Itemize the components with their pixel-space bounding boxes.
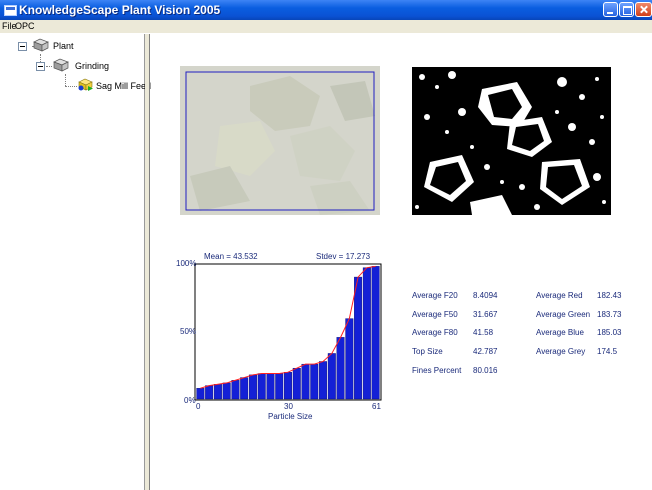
histogram-bar: [266, 373, 275, 400]
grinding-node-icon: [53, 58, 69, 72]
histogram-bar: [301, 363, 310, 400]
histogram-bar: [362, 267, 371, 400]
close-button[interactable]: [635, 2, 652, 17]
fines-percent-value: 80.016: [473, 366, 498, 375]
top-size-value: 42.787: [473, 347, 498, 356]
tree-item-plant[interactable]: Plant: [53, 41, 74, 51]
y-tick-100: 100%: [176, 259, 196, 268]
top-size-label: Top Size: [412, 347, 443, 356]
histogram-bar: [213, 384, 222, 400]
camera-image: [180, 66, 380, 215]
average-f20-label: Average F20: [412, 291, 458, 300]
tree-item-sag-mill-feed[interactable]: Sag Mill Feed: [96, 81, 151, 91]
x-axis-label: Particle Size: [268, 412, 313, 421]
minimize-button[interactable]: [603, 2, 618, 17]
histogram-bar: [205, 385, 214, 400]
plant-tree[interactable]: Plant Grinding Sag Mill Feed: [0, 34, 151, 490]
camera-feed-icon: [78, 78, 93, 91]
average-f50-value: 31.667: [473, 310, 498, 319]
y-tick-50: 50%: [180, 327, 196, 336]
grinding-collapse-toggle[interactable]: [36, 62, 45, 71]
average-f80-value: 41.58: [473, 328, 494, 337]
x-tick-61: 61: [372, 402, 381, 411]
title-bar[interactable]: KnowledgeScape Plant Vision 2005: [0, 0, 652, 20]
histogram-bar: [231, 380, 240, 400]
plant-collapse-toggle[interactable]: [18, 42, 27, 51]
histogram-bar: [319, 361, 328, 400]
average-red-value: 182.43: [597, 291, 622, 300]
fines-percent-label: Fines Percent: [412, 366, 462, 375]
average-f50-label: Average F50: [412, 310, 458, 319]
histogram-bar: [371, 266, 380, 400]
plant-node-icon: [33, 38, 49, 52]
histogram-bar: [222, 382, 231, 400]
panel-splitter[interactable]: [145, 34, 150, 490]
window-title: KnowledgeScape Plant Vision 2005: [19, 3, 221, 17]
histogram-bar: [336, 337, 345, 400]
x-tick-30: 30: [284, 402, 293, 411]
mean-label: Mean = 43.532: [204, 252, 258, 261]
histogram-bar: [284, 371, 292, 400]
average-blue-value: 185.03: [597, 328, 622, 337]
histogram-bar: [240, 377, 249, 400]
average-grey-label: Average Grey: [536, 347, 586, 356]
histogram-bar: [257, 373, 266, 400]
menu-bar: File OPC: [0, 20, 652, 33]
average-blue-label: Average Blue: [536, 328, 584, 337]
histogram-bar: [196, 388, 205, 400]
histogram-bar: [327, 353, 336, 400]
average-f20-value: 8.4094: [473, 291, 498, 300]
maximize-button[interactable]: [619, 2, 634, 17]
average-f80-label: Average F80: [412, 328, 458, 337]
histogram-bar: [292, 367, 301, 400]
tree-item-grinding[interactable]: Grinding: [75, 61, 109, 71]
y-tick-0: 0%: [184, 396, 196, 405]
average-green-label: Average Green: [536, 310, 591, 319]
histogram-bar: [354, 276, 363, 400]
segmented-image: [412, 67, 611, 215]
stdev-label: Stdev = 17.273: [316, 252, 371, 261]
app-icon: [4, 5, 17, 16]
average-green-value: 183.73: [597, 310, 622, 319]
average-grey-value: 174.5: [597, 347, 618, 356]
menu-opc[interactable]: OPC: [15, 21, 35, 31]
histogram-bar: [345, 318, 354, 400]
particle-size-histogram: Mean = 43.532 Stdev = 17.273 100% 50% 0%…: [160, 245, 400, 430]
histogram-bar: [248, 374, 257, 400]
histogram-bar: [275, 373, 284, 400]
histogram-bar: [310, 363, 319, 400]
average-red-label: Average Red: [536, 291, 583, 300]
x-tick-0: 0: [196, 402, 201, 411]
